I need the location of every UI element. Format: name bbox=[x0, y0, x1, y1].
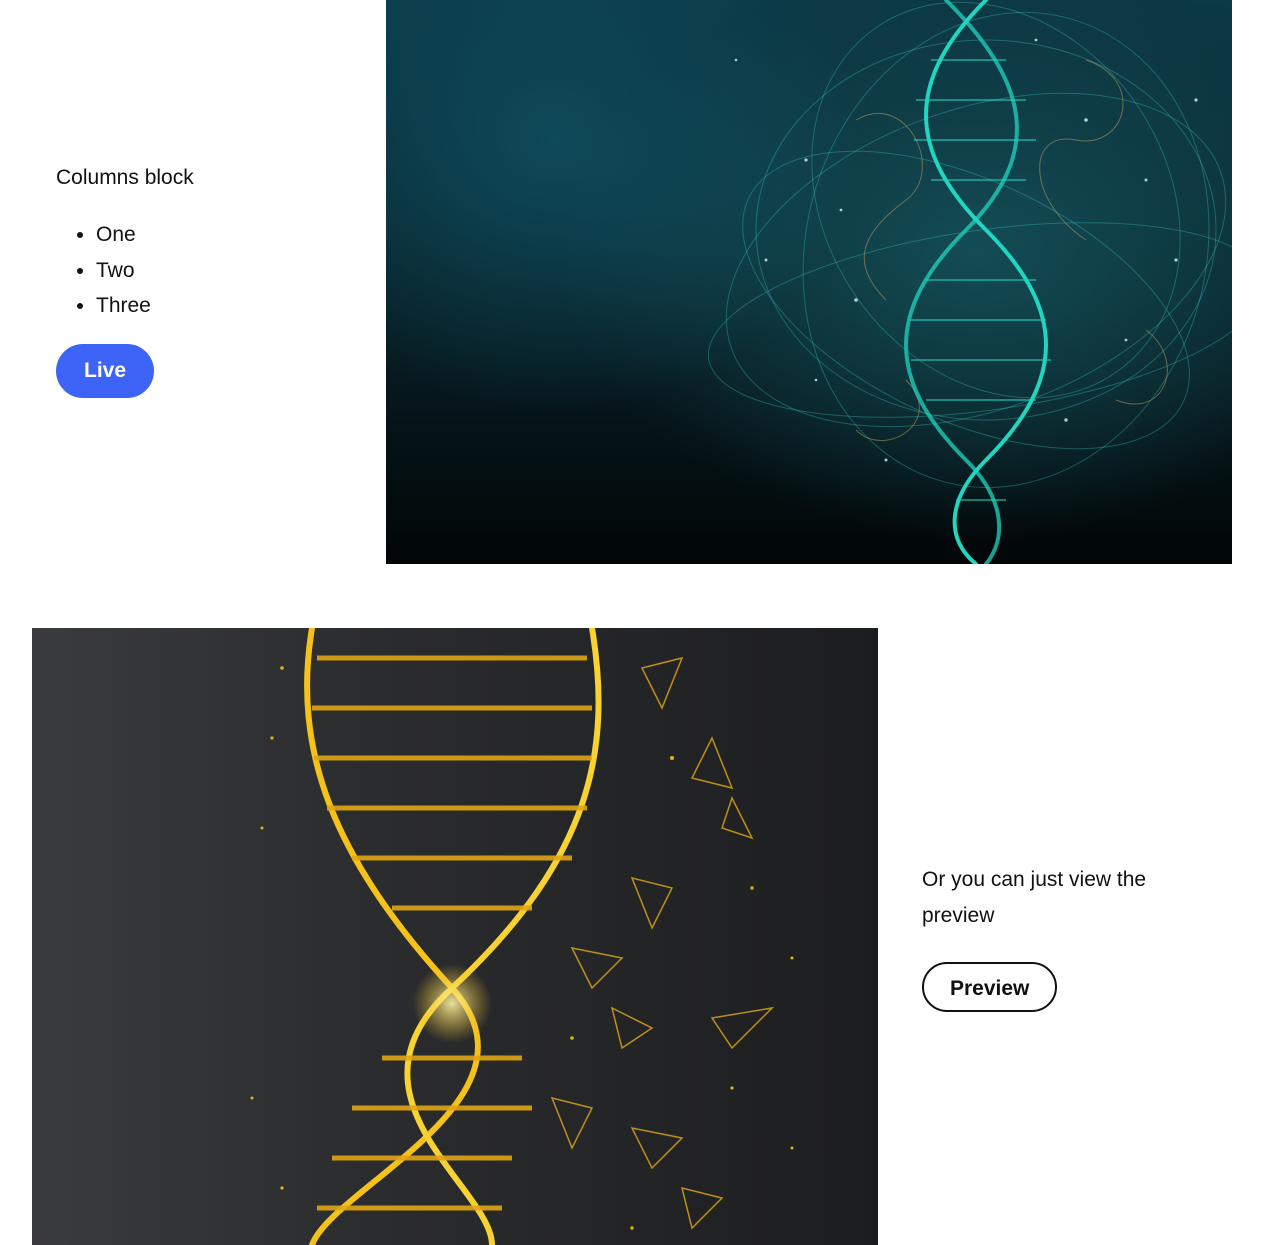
gold-dna-illustration bbox=[250, 628, 794, 1245]
preview-description: Or you can just view the preview bbox=[922, 868, 1147, 927]
list-item-two: Two bbox=[96, 253, 356, 289]
gold-dna-image bbox=[32, 628, 878, 1245]
teal-dna-image bbox=[386, 0, 1232, 564]
preview-block-text: Or you can just view the preview Preview bbox=[922, 862, 1222, 1012]
columns-block-text: Columns block One Two Three Live bbox=[56, 160, 356, 398]
teal-dna-illustration bbox=[386, 0, 1232, 564]
page: Columns block One Two Three Live bbox=[0, 0, 1264, 1245]
list-item-three: Three bbox=[96, 288, 356, 324]
columns-block-title: Columns block bbox=[56, 166, 194, 189]
list-item-one: One bbox=[96, 217, 356, 253]
item-list: One Two Three bbox=[56, 217, 356, 324]
live-button[interactable]: Live bbox=[56, 343, 155, 398]
preview-button[interactable]: Preview bbox=[922, 962, 1058, 1012]
